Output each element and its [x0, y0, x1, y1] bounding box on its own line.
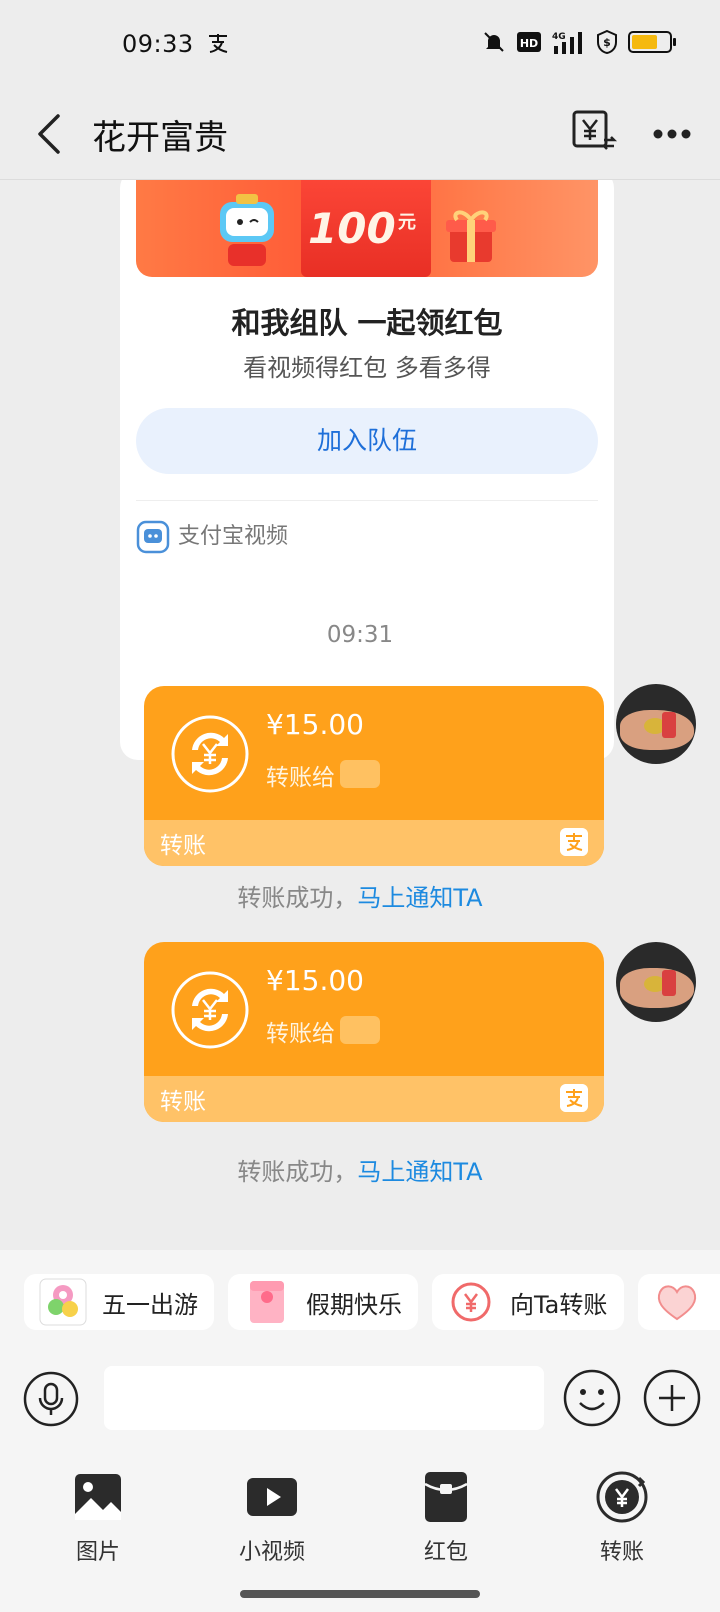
transfer-footer: 转账	[144, 1076, 604, 1122]
chip-label: 五一出游	[102, 1290, 198, 1319]
home-indicator[interactable]	[240, 1590, 480, 1598]
transfer-icon	[596, 1471, 648, 1523]
transfer-recipient-label: 转账给	[266, 1021, 335, 1047]
yuan-transfer-icon	[451, 1282, 491, 1322]
alipay-logo-icon	[560, 1084, 588, 1112]
alipay-logo-icon	[560, 828, 588, 856]
banner-unit: 元	[398, 212, 416, 233]
recipient-name-redacted	[340, 1016, 380, 1044]
transfer-message[interactable]: ¥15.00 转账给 转账	[144, 686, 604, 866]
transfer-footer: 转账	[144, 820, 604, 866]
yuan-exchange-icon	[171, 715, 249, 793]
emoji-button[interactable]	[562, 1368, 622, 1428]
transfer-footer-label: 转账	[160, 833, 206, 859]
yuan-exchange-icon	[171, 971, 249, 1049]
chip-label: 向Ta转账	[510, 1290, 608, 1319]
tool-label: 小视频	[238, 1540, 305, 1565]
time-separator: 09:31	[326, 622, 394, 648]
chat-header: 花开富贵	[0, 88, 720, 180]
card-source-label: 支付宝视频	[178, 524, 289, 549]
input-bar	[0, 1350, 720, 1446]
svg-text:4G: 4G	[552, 32, 566, 42]
chat-area[interactable]: 100 元 和我组队 一起领红包 看视频得红包 多看多得 加入队伍 支付宝视频 …	[0, 180, 720, 1250]
notify-ta-link[interactable]: 马上通知TA	[357, 884, 482, 912]
transfer-record-button[interactable]	[570, 108, 618, 156]
hd-icon: HD	[517, 32, 541, 52]
join-team-button[interactable]: 加入队伍	[136, 408, 598, 474]
tv-mascot-icon	[220, 194, 274, 266]
heart-icon	[657, 1285, 697, 1321]
status-icons: HD 4G $	[482, 30, 676, 54]
mute-bell-icon	[484, 32, 504, 52]
red-packet-icon	[424, 1472, 468, 1522]
notify-ta-link[interactable]: 马上通知TA	[357, 1158, 482, 1186]
status-time: 09:33	[122, 30, 194, 58]
signal-4g-icon: 4G	[552, 32, 582, 54]
tool-label: 转账	[599, 1540, 644, 1565]
status-bar: 09:33 HD 4G $	[0, 0, 720, 88]
tool-red-packet[interactable]: 红包	[386, 1470, 506, 1566]
flower-card-icon	[39, 1278, 87, 1326]
more-options-button[interactable]	[650, 116, 694, 152]
tool-label: 红包	[423, 1540, 468, 1565]
chip-transfer-to-ta[interactable]: 向Ta转账	[432, 1274, 624, 1330]
transfer-notice-text: 转账成功，	[237, 884, 358, 912]
transfer-footer-label: 转账	[160, 1089, 206, 1115]
svg-text:$: $	[603, 36, 611, 49]
banner-amount: 100	[308, 204, 396, 253]
gift-box-icon	[446, 210, 496, 262]
svg-text:HD: HD	[520, 37, 538, 50]
more-functions-button[interactable]	[642, 1368, 702, 1428]
card-subtitle: 看视频得红包 多看多得	[243, 354, 491, 382]
alipay-notification-icon	[209, 34, 228, 53]
tool-transfer[interactable]: 转账	[562, 1470, 682, 1566]
chat-title: 花开富贵	[92, 118, 228, 158]
back-button[interactable]	[28, 108, 72, 160]
red-packet-card-icon	[250, 1281, 284, 1323]
transfer-recipient-label: 转账给	[266, 765, 335, 791]
message-input[interactable]	[104, 1366, 544, 1430]
security-dollar-icon: $	[597, 30, 617, 54]
transfer-notice: 转账成功，马上通知TA	[0, 878, 720, 913]
chip-may-day-trip[interactable]: 五一出游	[24, 1274, 214, 1330]
transfer-amount: ¥15.00	[266, 708, 364, 741]
transfer-amount: ¥15.00	[266, 964, 364, 997]
chip-heart[interactable]	[638, 1274, 720, 1330]
avatar[interactable]	[616, 942, 696, 1022]
transfer-notice-text: 转账成功，	[237, 1158, 358, 1186]
voice-input-button[interactable]	[22, 1370, 80, 1428]
transfer-notice: 转账成功，马上通知TA	[0, 1152, 720, 1187]
chip-label: 假期快乐	[306, 1290, 402, 1319]
video-icon	[247, 1478, 297, 1516]
alipay-video-icon	[136, 520, 170, 554]
card-divider	[136, 500, 598, 501]
recipient-name-redacted	[340, 760, 380, 788]
team-invite-card[interactable]: 100 元 和我组队 一起领红包 看视频得红包 多看多得 加入队伍 支付宝视频	[120, 180, 614, 760]
avatar[interactable]	[616, 684, 696, 764]
tool-short-video[interactable]: 小视频	[212, 1470, 332, 1566]
transfer-message[interactable]: ¥15.00 转账给 转账	[144, 942, 604, 1122]
battery-icon	[628, 31, 676, 53]
tool-image[interactable]: 图片	[38, 1470, 158, 1566]
tool-label: 图片	[75, 1540, 120, 1565]
quick-action-chips: 五一出游 假期快乐 向Ta转账	[0, 1250, 720, 1350]
chip-holiday-happy[interactable]: 假期快乐	[228, 1274, 418, 1330]
card-title: 和我组队 一起领红包	[231, 306, 503, 340]
image-icon	[75, 1474, 121, 1520]
red-packet-banner: 100 元	[136, 180, 598, 277]
function-toolbar: 图片 小视频 红包 转账	[0, 1446, 720, 1612]
